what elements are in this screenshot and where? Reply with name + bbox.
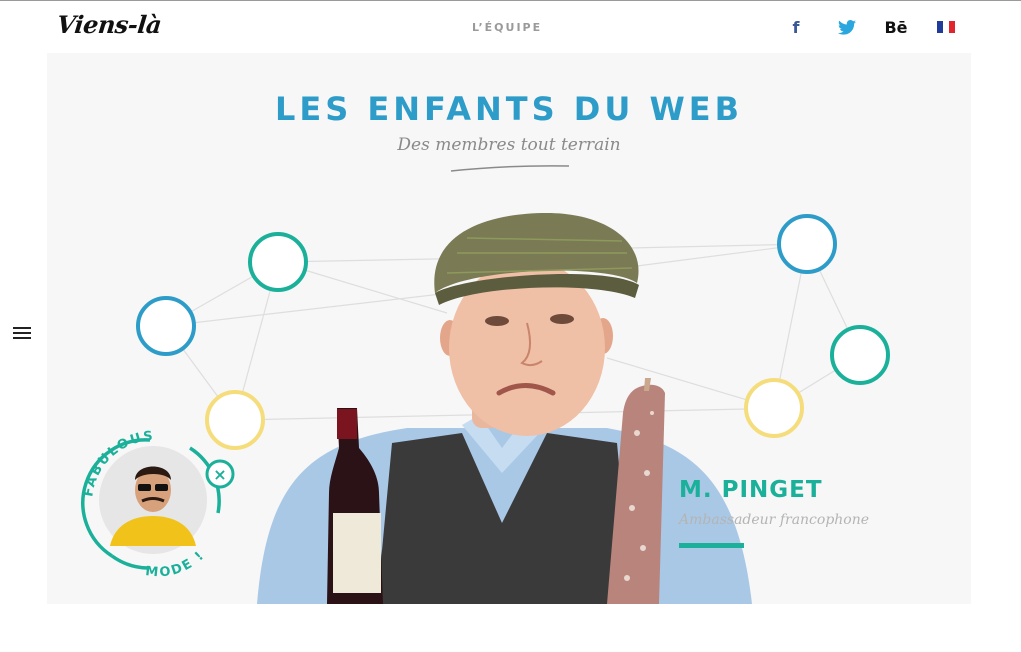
fabulous-mode-badge[interactable]: FABULOUS MODE ! × xyxy=(70,418,240,588)
member-accent-bar xyxy=(679,543,744,548)
nav-link-equipe[interactable]: L’ÉQUIPE xyxy=(472,21,542,34)
badge-close-button[interactable]: × xyxy=(205,459,235,489)
menu-line xyxy=(13,327,31,329)
network-line xyxy=(165,290,468,327)
subtitle-underline xyxy=(450,165,570,172)
badge-arc-bottom xyxy=(110,554,149,570)
behance-icon[interactable]: Bē xyxy=(882,14,910,40)
close-glyph: × xyxy=(213,465,226,484)
flag-red-stripe xyxy=(949,21,955,33)
hero-title: LES ENFANTS DU WEB xyxy=(274,90,744,128)
behance-glyph: Bē xyxy=(884,17,908,37)
team-node[interactable] xyxy=(830,325,890,385)
team-node[interactable] xyxy=(248,232,308,292)
fabulous-mode-graphic: FABULOUS MODE ! × xyxy=(81,429,235,581)
facebook-icon[interactable]: f xyxy=(788,14,804,40)
site-logo[interactable]: Viens-là xyxy=(55,10,162,39)
twitter-icon[interactable] xyxy=(836,14,858,40)
top-border xyxy=(0,0,1021,1)
french-flag-icon[interactable] xyxy=(937,14,955,40)
facebook-glyph: f xyxy=(792,17,800,37)
twitter-bird-shape xyxy=(838,19,856,35)
hamburger-menu-icon[interactable] xyxy=(13,327,31,339)
team-node[interactable] xyxy=(136,296,196,356)
member-name: M. PINGET xyxy=(679,477,823,503)
team-node[interactable] xyxy=(744,378,804,438)
menu-line xyxy=(13,337,31,339)
menu-line xyxy=(13,332,31,334)
team-node[interactable] xyxy=(777,214,837,274)
member-portrait xyxy=(257,213,752,604)
member-role: Ambassadeur francophone xyxy=(679,512,870,528)
hero-subtitle: Des membres tout terrain xyxy=(397,135,621,155)
